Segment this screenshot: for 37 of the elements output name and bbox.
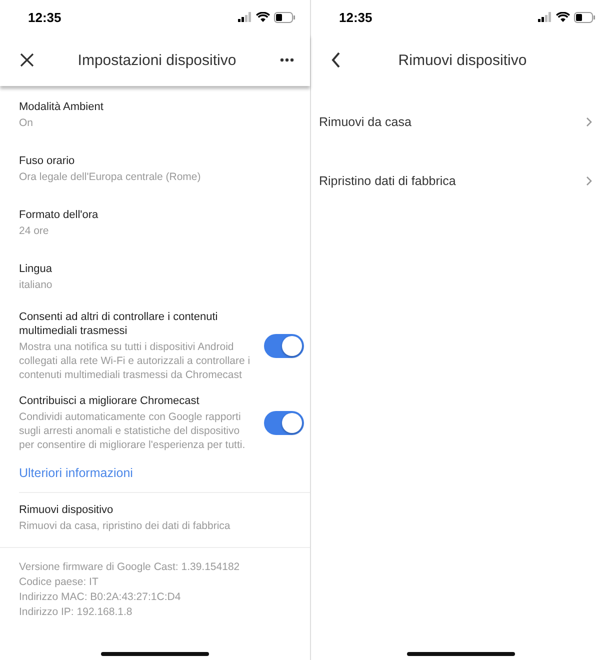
device-info-line: Codice paese: IT xyxy=(19,575,100,590)
setting-title: Lingua xyxy=(19,262,54,276)
chevron-icon xyxy=(586,176,592,186)
device-info-line: Indirizzo IP: 192.168.1.8 xyxy=(19,605,134,620)
chevron-icon xyxy=(586,116,592,126)
status-time: 12:35 xyxy=(339,10,372,24)
setting-title: Contribuisci a migliorare Chromecast xyxy=(19,394,200,408)
setting-description: Mostra una notifica su tutti i dispositivi Android collegati alla rete Wi-Fi e autorizzali a controllare i contenuti multimediali trasmessi da Chromecast xyxy=(19,340,252,382)
wifi-icon xyxy=(256,12,270,22)
toggle-switch[interactable] xyxy=(264,411,304,435)
signal-icon xyxy=(238,12,252,22)
device-info-line: Indirizzo MAC: B0:2A:43:27:1C:D4 xyxy=(19,590,182,605)
setting-title: Modalità Ambient xyxy=(19,100,104,114)
setting-value: italiano xyxy=(19,278,54,292)
status-time: 12:35 xyxy=(28,10,62,24)
more-options-icon[interactable] xyxy=(278,56,296,64)
battery-icon xyxy=(574,12,596,22)
menu-item[interactable]: Ripristino dati di fabbrica xyxy=(311,151,610,210)
menu-item[interactable]: Rimuovi da casa xyxy=(311,92,610,151)
setting-title: Formato dell'ora xyxy=(19,208,100,222)
header-title: Rimuovi dispositivo xyxy=(397,52,528,68)
battery-icon xyxy=(274,12,296,22)
setting-value: On xyxy=(19,116,34,130)
setting-value: Ora legale dell'Europa centrale (Rome) xyxy=(19,170,202,184)
more-info-link[interactable]: Ulteriori informazioni xyxy=(19,460,133,492)
close-icon[interactable] xyxy=(18,51,36,69)
setting-value: Rimuovi da casa, ripristino dei dati di fabbrica xyxy=(19,519,232,533)
setting-title: Rimuovi dispositivo xyxy=(19,503,114,517)
setting-title: Fuso orario xyxy=(19,154,76,168)
setting-description: Condividi automaticamente con Google rapporti sugli arresti anomali e statistiche del dispositivo per consentire di migliorare l'esperienza per tutti. xyxy=(19,410,246,452)
signal-icon xyxy=(538,12,552,22)
setting-value: 24 ore xyxy=(19,224,50,238)
header-title: Impostazioni dispositivo xyxy=(76,52,238,68)
setting-title: Consenti ad altri di controllare i contenuti multimediali trasmessi xyxy=(19,310,219,338)
device-info-line: Versione firmware di Google Cast: 1.39.154182 xyxy=(19,560,241,575)
toggle-switch[interactable] xyxy=(264,334,304,358)
wifi-icon xyxy=(556,12,570,22)
